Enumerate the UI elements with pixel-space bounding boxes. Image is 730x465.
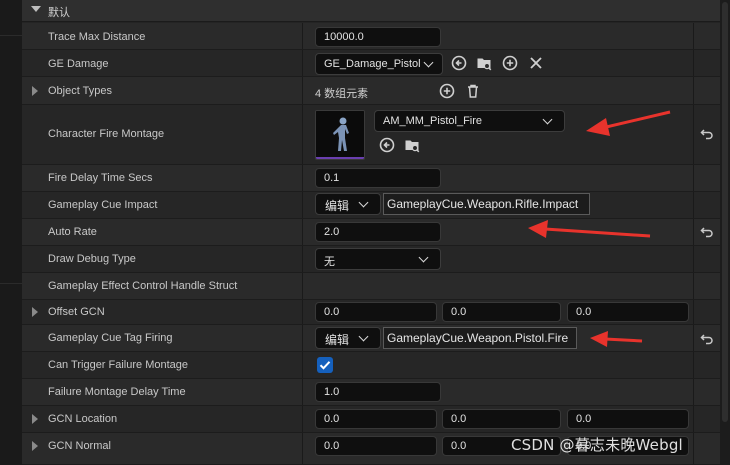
ge-damage-value: GE_Damage_Pistol [324,58,421,70]
property-label: Gameplay Effect Control Handle Struct [48,280,238,292]
collapse-arrow-icon [31,6,41,12]
draw-debug-type-dropdown[interactable]: 无 [315,248,441,270]
row-auto-rate: Auto Rate 2.0 [22,219,720,246]
row-offset-gcn: Offset GCN 0.0 0.0 0.0 [22,300,720,325]
chevron-down-icon [418,252,429,263]
expand-arrow-icon[interactable] [32,86,38,96]
row-can-trigger-failure-montage: Can Trigger Failure Montage [22,352,720,379]
chevron-down-icon [423,57,434,68]
chevron-down-icon [542,114,553,125]
gcn-normal-x-input[interactable]: 0.0 [315,436,437,456]
property-label: GCN Location [48,413,118,425]
browse-back-icon[interactable] [451,55,467,71]
ge-damage-dropdown[interactable]: GE_Damage_Pistol [315,53,443,75]
property-label: Fire Delay Time Secs [48,172,153,184]
property-label: Trace Max Distance [48,31,146,43]
row-trace-max-distance: Trace Max Distance 10000.0 [22,23,720,50]
offset-gcn-x-input[interactable]: 0.0 [315,302,437,322]
montage-asset-dropdown[interactable]: AM_MM_Pistol_Fire [374,110,565,132]
row-object-types: Object Types 4 数组元素 [22,77,720,105]
expand-arrow-icon[interactable] [32,441,38,451]
reset-arrow-icon[interactable] [700,225,714,239]
left-gutter [0,0,22,465]
row-fire-delay-time-secs: Fire Delay Time Secs 0.1 [22,165,720,192]
watermark: CSDN @暮志未晚Webgl [511,436,683,454]
edit-tag-button[interactable]: 编辑 [315,193,381,215]
edit-button-label: 编辑 [325,333,350,347]
row-ge-damage: GE Damage GE_Damage_Pistol [22,50,720,77]
property-label: Auto Rate [48,226,97,238]
row-draw-debug-type: Draw Debug Type 无 [22,246,720,273]
section-title: 默认 [48,6,70,19]
row-character-fire-montage: Character Fire Montage AM_MM_Pistol_Fire [22,105,720,165]
property-label: Character Fire Montage [48,128,165,140]
property-label: Offset GCN [48,306,105,318]
auto-rate-input[interactable]: 2.0 [315,222,441,242]
property-label: Can Trigger Failure Montage [48,359,189,371]
chevron-down-icon [358,197,369,208]
property-label: Failure Montage Delay Time [48,386,186,398]
failure-montage-delay-input[interactable]: 1.0 [315,382,441,402]
property-label: GE Damage [48,58,109,70]
row-gameplay-effect-control-handle-struct: Gameplay Effect Control Handle Struct [22,273,720,300]
plus-circle-icon[interactable] [502,55,518,71]
draw-debug-type-value: 无 [324,256,335,268]
offset-gcn-z-input[interactable]: 0.0 [567,302,689,322]
gameplay-tag-value: GameplayCue.Weapon.Pistol.Fire [383,327,577,349]
row-gcn-location: GCN Location 0.0 0.0 0.0 [22,406,720,433]
expand-arrow-icon[interactable] [32,307,38,317]
property-label: Gameplay Cue Tag Firing [48,332,173,344]
gcn-location-x-input[interactable]: 0.0 [315,409,437,429]
gameplay-tag-value: GameplayCue.Weapon.Rifle.Impact [383,193,590,215]
edit-button-label: 编辑 [325,199,350,213]
scrollbar[interactable] [720,0,730,465]
clear-x-icon[interactable] [528,55,544,71]
details-panel: 默认 Trace Max Distance 10000.0 GE Damage … [22,0,720,465]
browse-back-icon[interactable] [379,137,395,153]
expand-arrow-icon[interactable] [32,414,38,424]
can-trigger-failure-checkbox[interactable] [317,357,333,373]
plus-circle-icon[interactable] [439,83,455,99]
offset-gcn-y-input[interactable]: 0.0 [442,302,561,322]
chevron-down-icon [358,331,369,342]
scrollbar-thumb[interactable] [722,2,728,422]
checkmark-icon [319,361,331,370]
row-gameplay-cue-impact: Gameplay Cue Impact 编辑 GameplayCue.Weapo… [22,192,720,219]
property-label: Gameplay Cue Impact [48,199,158,211]
folder-search-icon[interactable] [404,137,420,153]
trace-max-distance-input[interactable]: 10000.0 [315,27,441,47]
fire-delay-time-input[interactable]: 0.1 [315,168,441,188]
array-count: 4 数组元素 [315,88,369,100]
row-failure-montage-delay-time: Failure Montage Delay Time 1.0 [22,379,720,406]
property-label: Object Types [48,85,112,97]
montage-asset-value: AM_MM_Pistol_Fire [383,115,483,127]
gcn-location-z-input[interactable]: 0.0 [567,409,689,429]
reset-arrow-icon[interactable] [700,332,714,346]
edit-tag-button[interactable]: 编辑 [315,327,381,349]
section-header-default[interactable]: 默认 [22,0,720,22]
row-gameplay-cue-tag-firing: Gameplay Cue Tag Firing 编辑 GameplayCue.W… [22,325,720,352]
reset-arrow-icon[interactable] [700,127,714,141]
gcn-location-y-input[interactable]: 0.0 [442,409,561,429]
folder-search-icon[interactable] [476,55,492,71]
property-label: GCN Normal [48,440,111,452]
asset-thumbnail[interactable] [315,110,365,160]
trash-icon[interactable] [465,83,481,99]
property-label: Draw Debug Type [48,253,136,265]
